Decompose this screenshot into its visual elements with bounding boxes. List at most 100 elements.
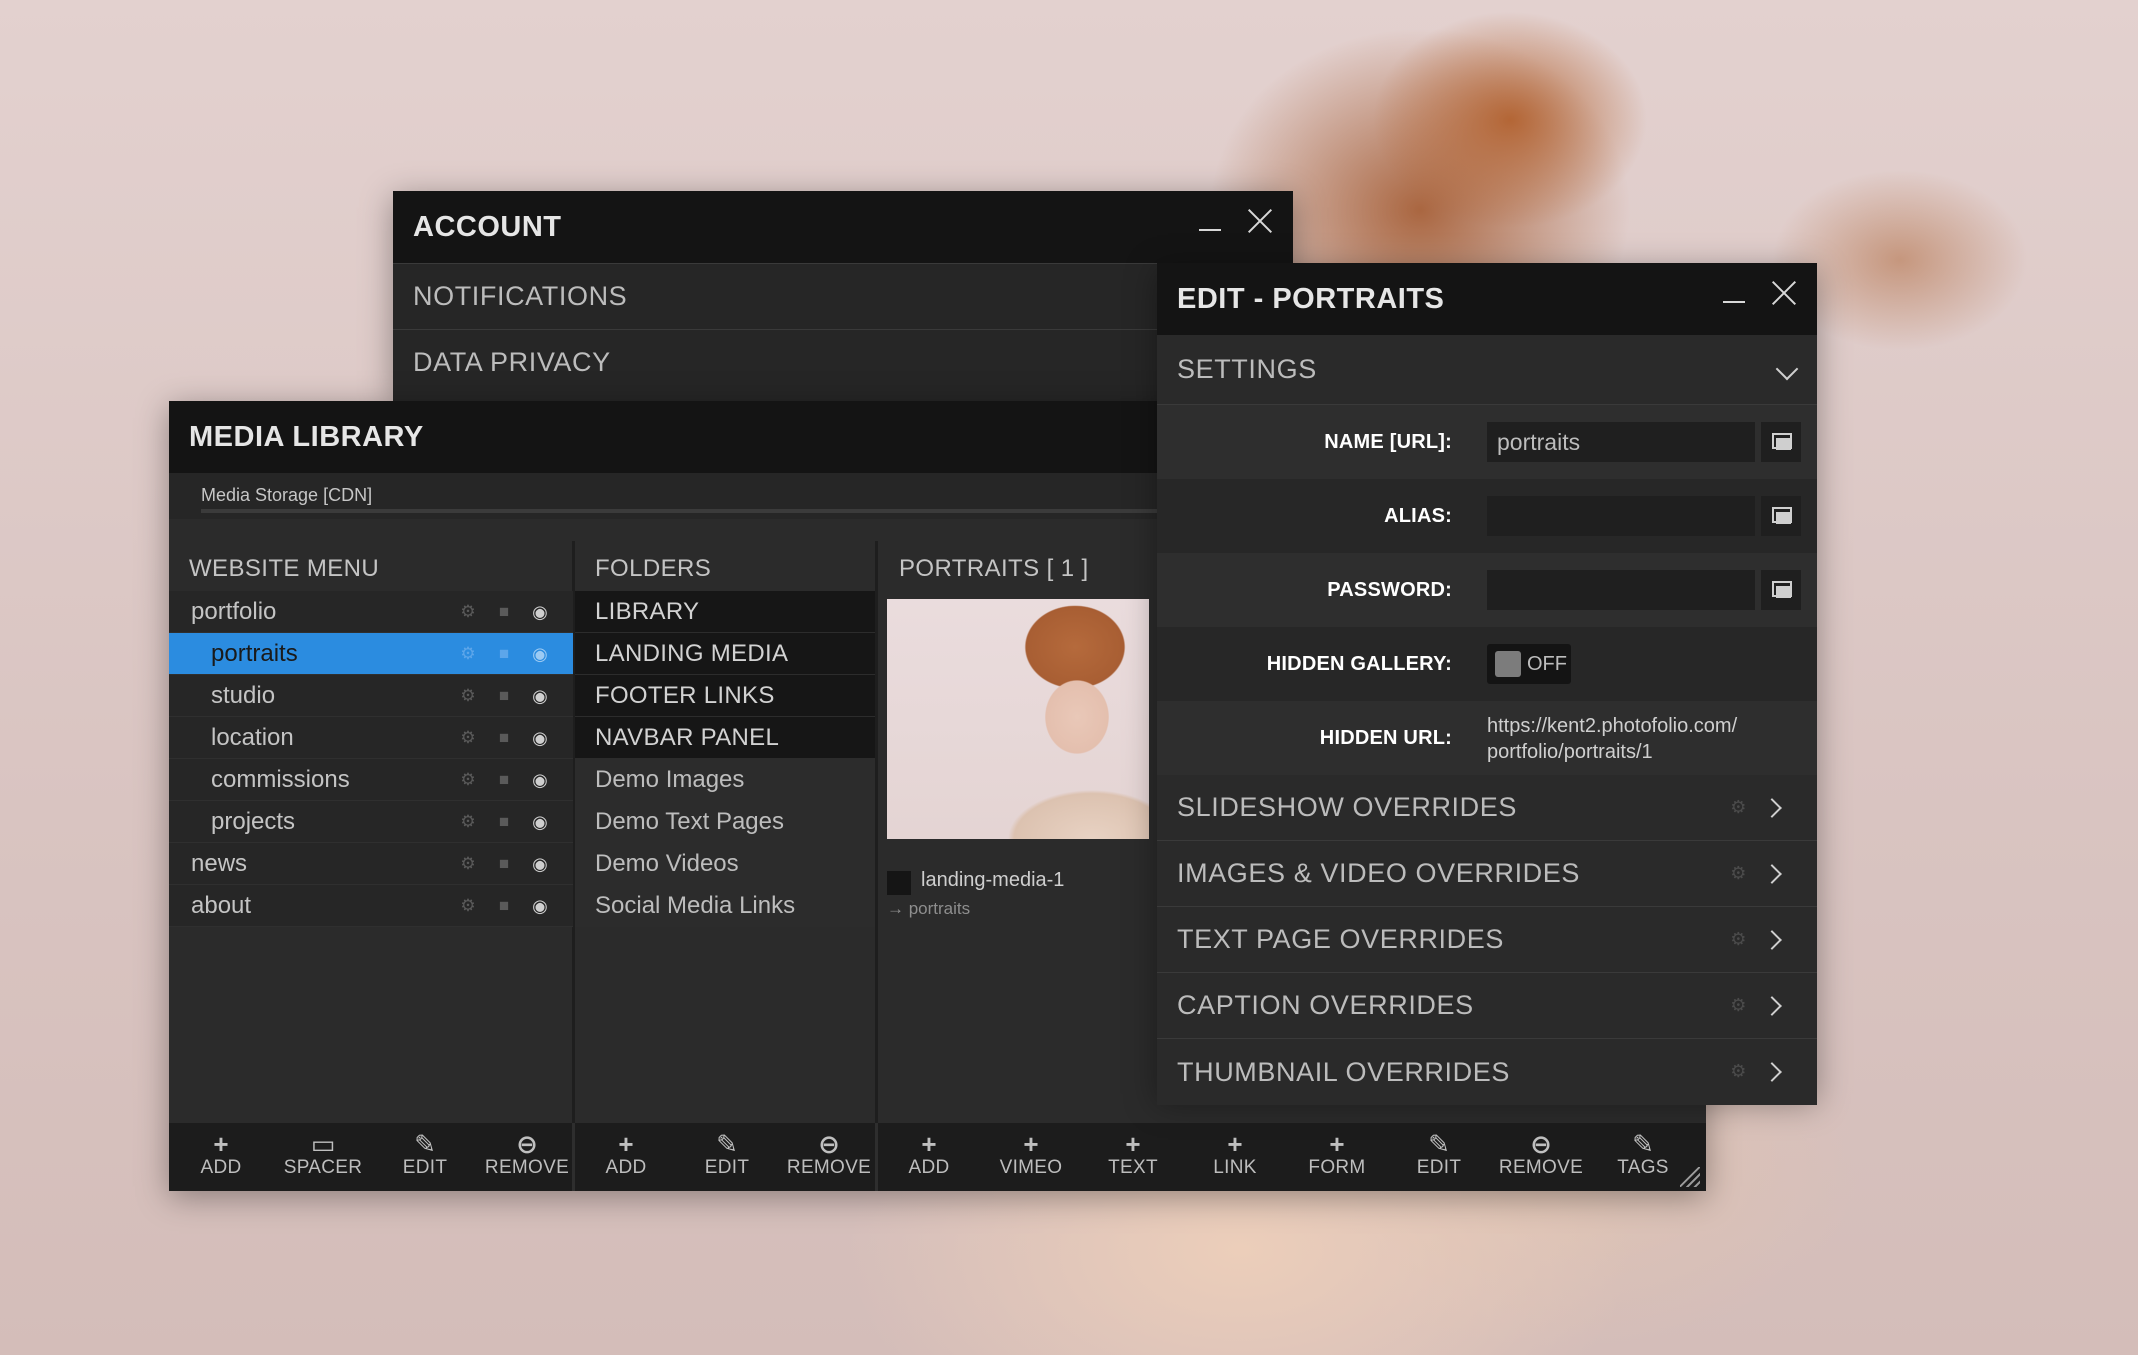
folder-item[interactable]: Demo Images [575,759,875,801]
folder-remove-button[interactable]: ⊖ REMOVE [779,1131,879,1187]
section-label: THUMBNAIL OVERRIDES [1177,1056,1510,1087]
folder-item[interactable]: Demo Videos [575,843,875,885]
resize-handle[interactable] [1680,1167,1700,1187]
menu-item-about[interactable]: about ⚙ ■ ◉ [169,885,573,927]
hidden-gallery-label: HIDDEN GALLERY: [1266,652,1452,675]
gear-icon[interactable]: ⚙ [459,686,477,706]
gear-icon[interactable]: ⚙ [1730,797,1747,818]
eye-icon[interactable]: ◉ [531,854,549,875]
button-label: REMOVE [786,1157,872,1178]
gear-icon[interactable]: ⚙ [1730,863,1747,884]
gear-icon[interactable]: ⚙ [459,770,477,790]
gear-icon[interactable]: ⚙ [1730,995,1747,1016]
folder-add-button[interactable]: + ADD [576,1131,676,1187]
media-remove-button[interactable]: ⊖ REMOVE [1491,1131,1591,1187]
media-add-button[interactable]: + ADD [879,1131,979,1187]
password-input[interactable] [1487,570,1755,610]
media-text-button[interactable]: + TEXT [1083,1131,1183,1187]
copy-icon[interactable] [1761,496,1801,536]
eye-icon[interactable]: ◉ [531,602,549,623]
close-icon[interactable] [1245,205,1275,235]
folder-item[interactable]: Social Media Links [575,885,875,927]
text-page-overrides-section[interactable]: TEXT PAGE OVERRIDES ⚙ [1157,907,1817,973]
close-icon[interactable] [1769,277,1799,307]
gear-icon[interactable]: ⚙ [459,812,477,832]
lock-icon[interactable]: ■ [495,644,513,664]
media-link-button[interactable]: + LINK [1185,1131,1285,1187]
menu-item-portraits[interactable]: portraits ⚙ ■ ◉ [169,633,573,675]
menu-edit-button[interactable]: ✎ EDIT [375,1131,475,1187]
gear-icon[interactable]: ⚙ [1730,929,1747,950]
eye-icon[interactable]: ◉ [531,686,549,707]
chevron-down-icon [1775,357,1799,381]
menu-remove-button[interactable]: ⊖ REMOVE [477,1131,577,1187]
caption-overrides-section[interactable]: CAPTION OVERRIDES ⚙ [1157,973,1817,1039]
gear-icon[interactable]: ⚙ [459,854,477,874]
menu-spacer-button[interactable]: ▭ SPACER [273,1131,373,1187]
copy-icon[interactable] [1761,570,1801,610]
menu-item-commissions[interactable]: commissions ⚙ ■ ◉ [169,759,573,801]
button-label: EDIT [402,1157,448,1178]
eye-icon[interactable]: ◉ [531,770,549,791]
media-tags-button[interactable]: ✎ TAGS [1593,1131,1693,1187]
button-label: SPACER [283,1157,363,1178]
minimize-icon[interactable] [1197,205,1223,235]
media-vimeo-button[interactable]: + VIMEO [981,1131,1081,1187]
folder-edit-button[interactable]: ✎ EDIT [677,1131,777,1187]
plus-icon: + [1227,1129,1243,1159]
menu-item-label: news [191,849,248,877]
images-video-overrides-section[interactable]: IMAGES & VIDEO OVERRIDES ⚙ [1157,841,1817,907]
folder-item[interactable]: LIBRARY [575,591,875,633]
lock-icon[interactable]: ■ [495,686,513,706]
password-label: PASSWORD: [1327,578,1452,601]
folder-item[interactable]: FOOTER LINKS [575,675,875,717]
menu-item-location[interactable]: location ⚙ ■ ◉ [169,717,573,759]
alias-input[interactable] [1487,496,1755,536]
lock-icon[interactable]: ■ [495,854,513,874]
menu-item-news[interactable]: news ⚙ ■ ◉ [169,843,573,885]
button-label: ADD [200,1157,242,1178]
media-form-button[interactable]: + FORM [1287,1131,1387,1187]
lock-icon[interactable]: ■ [495,812,513,832]
thumbnail-image[interactable] [887,599,1149,839]
menu-item-studio[interactable]: studio ⚙ ■ ◉ [169,675,573,717]
gear-icon[interactable]: ⚙ [459,644,477,664]
eye-icon[interactable]: ◉ [531,728,549,749]
hidden-url-link[interactable]: https://kent2.photofolio.com/ portfolio/… [1487,713,1737,765]
alias-label: ALIAS: [1384,504,1452,527]
menu-item-portfolio[interactable]: portfolio ⚙ ■ ◉ [169,591,573,633]
edit-portraits-window: EDIT - PORTRAITS SETTINGS NAME [URL]: AL… [1157,263,1817,1105]
gear-icon[interactable]: ⚙ [459,896,477,916]
media-thumbnail-card[interactable]: landing-media-1 → portraits [887,599,1149,932]
gear-icon[interactable]: ⚙ [459,728,477,748]
edit-title-bar[interactable]: EDIT - PORTRAITS [1157,263,1817,335]
account-title-bar[interactable]: ACCOUNT [393,191,1293,263]
hidden-gallery-toggle[interactable]: OFF [1487,644,1571,684]
lock-icon[interactable]: ■ [495,728,513,748]
folder-item[interactable]: LANDING MEDIA [575,633,875,675]
settings-section-header[interactable]: SETTINGS [1157,335,1817,405]
media-edit-button[interactable]: ✎ EDIT [1389,1131,1489,1187]
eye-icon[interactable]: ◉ [531,644,549,665]
button-label: REMOVE [1498,1157,1584,1178]
folder-item[interactable]: NAVBAR PANEL [575,717,875,759]
slideshow-overrides-section[interactable]: SLIDESHOW OVERRIDES ⚙ [1157,775,1817,841]
thumbnail-checkbox[interactable] [887,871,911,895]
folder-item[interactable]: Demo Text Pages [575,801,875,843]
menu-add-button[interactable]: + ADD [171,1131,271,1187]
eye-icon[interactable]: ◉ [531,896,549,917]
hidden-gallery-row: HIDDEN GALLERY: OFF [1157,627,1817,701]
minimize-icon[interactable] [1721,277,1747,307]
lock-icon[interactable]: ■ [495,602,513,622]
thumbnail-overrides-section[interactable]: THUMBNAIL OVERRIDES ⚙ [1157,1039,1817,1105]
copy-icon[interactable] [1761,422,1801,462]
gear-icon[interactable]: ⚙ [1730,1061,1747,1082]
lock-icon[interactable]: ■ [495,770,513,790]
name-url-input[interactable] [1487,422,1755,462]
chevron-right-icon [1762,798,1782,818]
gear-icon[interactable]: ⚙ [459,602,477,622]
minus-circle-icon: ⊖ [818,1129,840,1159]
eye-icon[interactable]: ◉ [531,812,549,833]
menu-item-projects[interactable]: projects ⚙ ■ ◉ [169,801,573,843]
lock-icon[interactable]: ■ [495,896,513,916]
